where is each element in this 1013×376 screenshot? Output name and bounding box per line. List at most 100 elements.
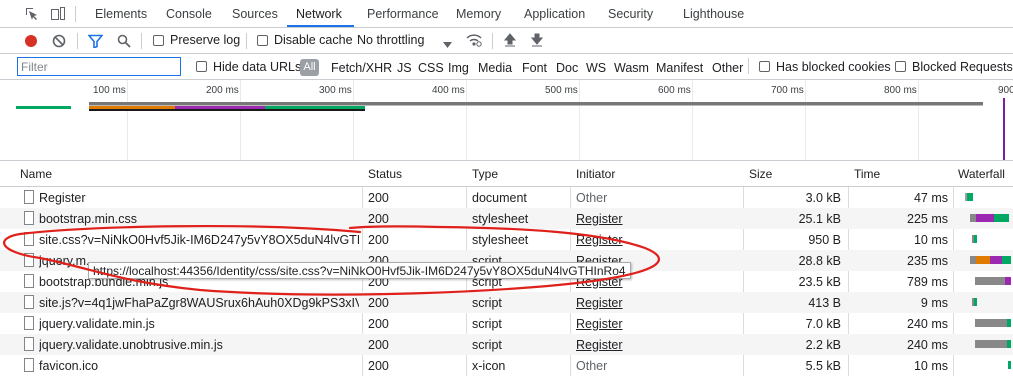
devtools-tab-bar: Elements Console Sources Network Perform… xyxy=(0,0,1013,28)
tab-elements[interactable]: Elements xyxy=(95,7,147,21)
tab-sources[interactable]: Sources xyxy=(232,7,278,21)
column-header-waterfall[interactable]: Waterfall xyxy=(958,167,1005,181)
filter-type-css[interactable]: CSS xyxy=(418,61,444,75)
filter-type-img[interactable]: Img xyxy=(448,61,469,75)
overview-bar xyxy=(89,109,365,111)
request-name: site.js?v=4q1jwFhaPaZgr8WAUSrux6hAuh0XDg… xyxy=(39,296,359,310)
filter-input[interactable] xyxy=(17,57,181,76)
filter-type-doc[interactable]: Doc xyxy=(556,61,578,75)
filter-icon[interactable] xyxy=(87,34,104,51)
filter-type-media[interactable]: Media xyxy=(478,61,512,75)
active-tab-indicator xyxy=(287,25,354,27)
column-header-type[interactable]: Type xyxy=(472,167,498,181)
request-time: 9 ms xyxy=(920,296,948,310)
waterfall-bar xyxy=(1007,319,1011,327)
record-icon[interactable] xyxy=(24,34,38,51)
filter-type-other[interactable]: Other xyxy=(712,61,743,75)
blocked-requests-checkbox[interactable] xyxy=(895,61,906,72)
request-initiator[interactable]: Register xyxy=(576,212,736,226)
overview-tick-label: 200 ms xyxy=(206,85,239,96)
waterfall-bar xyxy=(967,193,973,201)
network-overview[interactable]: 100 ms 200 ms 300 ms 400 ms 500 ms 600 m… xyxy=(0,80,1013,161)
hide-data-urls-checkbox[interactable] xyxy=(196,61,207,72)
inspect-element-icon[interactable] xyxy=(24,6,40,25)
tab-performance[interactable]: Performance xyxy=(367,7,439,21)
request-name: jquery.validate.unobtrusive.min.js xyxy=(39,338,223,352)
import-har-icon[interactable] xyxy=(503,33,517,50)
hide-data-urls-label: Hide data URLs xyxy=(213,60,302,74)
overview-bar xyxy=(16,106,71,109)
table-row[interactable]: favicon.ico 200 x-icon Other 5.5 kB 10 ms xyxy=(0,355,1013,376)
table-row[interactable]: site.css?v=NiNkO0Hvf5Jik-IM6D247y5vY8OX5… xyxy=(0,229,1013,250)
table-row[interactable]: bootstrap.min.css 200 stylesheet Register 25… xyxy=(0,208,1013,229)
device-toolbar-icon[interactable] xyxy=(50,6,66,25)
clear-icon[interactable] xyxy=(52,34,66,51)
table-row[interactable]: jquery.validate.min.js 200 script Register 7… xyxy=(0,313,1013,334)
url-tooltip: https://localhost:44356/Identity/css/sit… xyxy=(88,262,631,279)
request-initiator[interactable]: Register xyxy=(576,338,736,352)
column-header-initiator[interactable]: Initiator xyxy=(576,167,615,181)
filter-type-all[interactable]: All xyxy=(300,59,319,76)
request-type: script xyxy=(472,296,502,310)
throttling-select[interactable]: No throttling xyxy=(357,33,424,47)
waterfall-bar xyxy=(975,340,1007,348)
table-row[interactable]: jquery.validate.unobtrusive.min.js 200 scr… xyxy=(0,334,1013,355)
request-type: x-icon xyxy=(472,359,506,373)
filter-type-fetch-xhr[interactable]: Fetch/XHR xyxy=(331,61,392,75)
overview-tick-label: 800 ms xyxy=(884,85,917,96)
table-row[interactable]: Register 200 document Other 3.0 kB 47 ms xyxy=(0,187,1013,208)
filter-type-js[interactable]: JS xyxy=(397,61,412,75)
tab-application[interactable]: Application xyxy=(524,7,585,21)
filter-type-manifest[interactable]: Manifest xyxy=(656,61,703,75)
request-type: stylesheet xyxy=(472,212,529,226)
tab-lighthouse[interactable]: Lighthouse xyxy=(683,7,744,21)
network-conditions-icon[interactable] xyxy=(466,33,482,50)
request-type: script xyxy=(472,317,502,331)
request-status: 200 xyxy=(368,359,389,373)
request-type: document xyxy=(472,191,527,205)
disable-cache-checkbox[interactable] xyxy=(257,35,268,46)
tab-memory[interactable]: Memory xyxy=(456,7,501,21)
column-header-status[interactable]: Status xyxy=(368,167,402,181)
filter-type-font[interactable]: Font xyxy=(522,61,547,75)
search-icon[interactable] xyxy=(117,34,131,51)
request-status: 200 xyxy=(368,212,389,226)
request-initiator: Other xyxy=(576,191,608,205)
request-name: site.css?v=NiNkO0Hvf5Jik-IM6D247y5vY8OX5… xyxy=(39,233,359,247)
export-har-icon[interactable] xyxy=(530,33,544,50)
preserve-log-checkbox[interactable] xyxy=(153,35,164,46)
request-initiator[interactable]: Register xyxy=(576,317,736,331)
waterfall-bar xyxy=(974,235,977,243)
overview-tick-label: 400 ms xyxy=(432,85,465,96)
request-size: 5.5 kB xyxy=(805,359,841,373)
request-initiator[interactable]: Register xyxy=(576,233,736,247)
filter-type-wasm[interactable]: Wasm xyxy=(614,61,649,75)
column-header-name[interactable]: Name xyxy=(20,167,52,181)
tab-security[interactable]: Security xyxy=(608,7,653,21)
request-size: 3.0 kB xyxy=(805,191,841,205)
request-size: 7.0 kB xyxy=(805,317,841,331)
request-time: 789 ms xyxy=(907,275,948,289)
tab-network[interactable]: Network xyxy=(296,7,342,21)
chevron-down-icon[interactable] xyxy=(443,37,452,51)
waterfall-bar xyxy=(976,214,994,222)
file-icon xyxy=(24,211,34,225)
column-header-size[interactable]: Size xyxy=(749,167,772,181)
has-blocked-cookies-checkbox[interactable] xyxy=(759,61,770,72)
file-icon xyxy=(24,274,34,288)
preserve-log-label: Preserve log xyxy=(170,33,241,47)
request-size: 2.2 kB xyxy=(805,338,841,352)
request-size: 950 B xyxy=(808,233,841,247)
column-header-time[interactable]: Time xyxy=(854,167,880,181)
tab-console[interactable]: Console xyxy=(166,7,212,21)
filter-type-ws[interactable]: WS xyxy=(586,61,606,75)
waterfall-bar xyxy=(974,298,977,306)
waterfall-bar xyxy=(1005,277,1011,285)
request-type: stylesheet xyxy=(472,233,529,247)
request-initiator[interactable]: Register xyxy=(576,296,736,310)
request-time: 240 ms xyxy=(907,317,948,331)
table-row[interactable]: site.js?v=4q1jwFhaPaZgr8WAUSrux6hAuh0XDg… xyxy=(0,292,1013,313)
waterfall-bar xyxy=(1002,256,1011,264)
request-time: 240 ms xyxy=(907,338,948,352)
request-time: 10 ms xyxy=(913,233,948,247)
